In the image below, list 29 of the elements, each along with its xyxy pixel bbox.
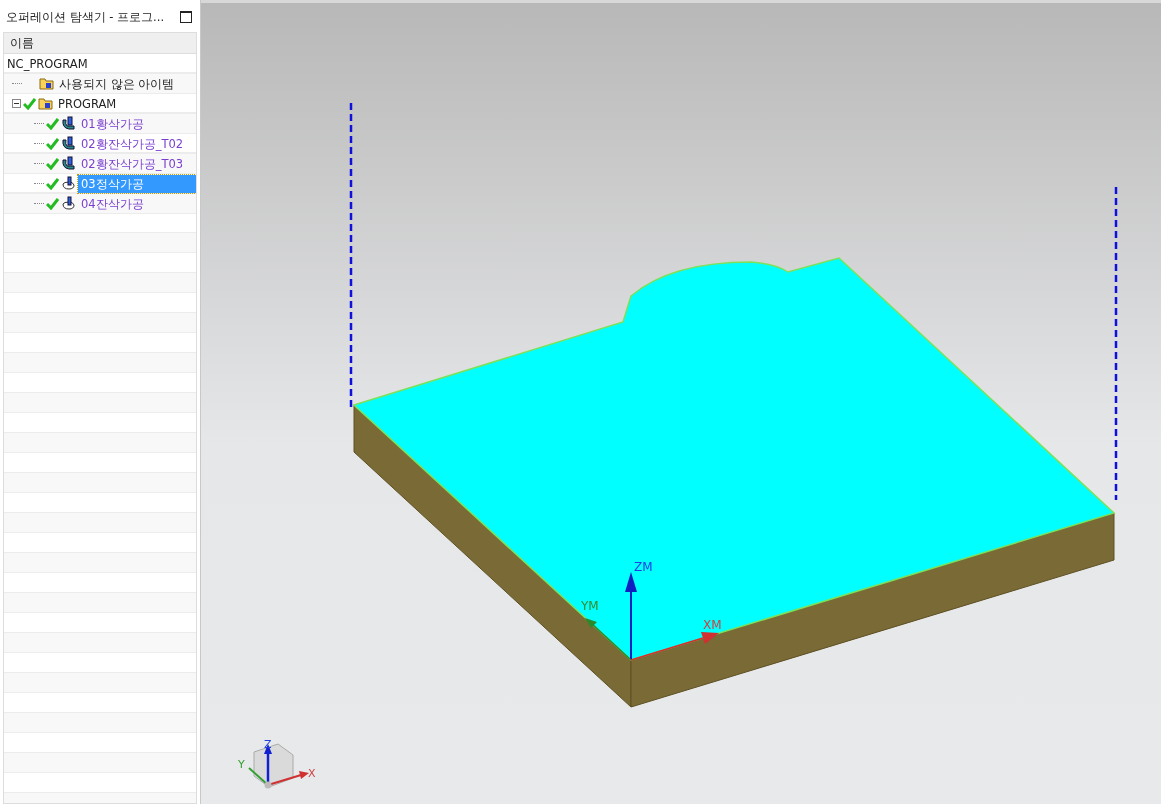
- y-axis-arrow: [585, 618, 632, 661]
- panel-title: 오퍼레이션 탐색기 - 프로그...: [6, 9, 165, 25]
- maximize-button[interactable]: [180, 11, 192, 23]
- checkmark-icon: [46, 157, 59, 170]
- tool-operation-icon: [61, 176, 76, 191]
- tool-operation-icon: [61, 156, 76, 171]
- axis-label: Z: [264, 738, 272, 751]
- checkmark-icon: [23, 97, 36, 110]
- column-header[interactable]: 이름: [4, 33, 196, 54]
- axis-label: YM: [581, 599, 599, 613]
- checkmark-icon: [46, 117, 59, 130]
- axis-label: X: [308, 767, 316, 780]
- checkmark-icon: [46, 177, 59, 190]
- checkmark-icon: [46, 197, 59, 210]
- checkmark-icon: [46, 137, 59, 150]
- tree-item[interactable]: 02황잔삭가공_T03: [78, 154, 187, 173]
- folder-icon: [38, 97, 53, 110]
- axis-label: ZM: [634, 560, 653, 574]
- folder-icon: [39, 77, 54, 90]
- tool-operation-icon: [61, 116, 76, 131]
- axis-label: Y: [238, 758, 245, 771]
- tree-item[interactable]: PROGRAM: [55, 94, 120, 113]
- tree-item[interactable]: NC_PROGRAM: [4, 54, 91, 73]
- tree-item[interactable]: 01황삭가공: [78, 114, 147, 133]
- tool-operation-icon: [61, 136, 76, 151]
- expand-toggle[interactable]: [12, 99, 21, 108]
- tree-item[interactable]: 04잔삭가공: [78, 194, 147, 213]
- tree-item[interactable]: 02황잔삭가공_T02: [78, 134, 187, 153]
- axis-label: XM: [703, 618, 722, 632]
